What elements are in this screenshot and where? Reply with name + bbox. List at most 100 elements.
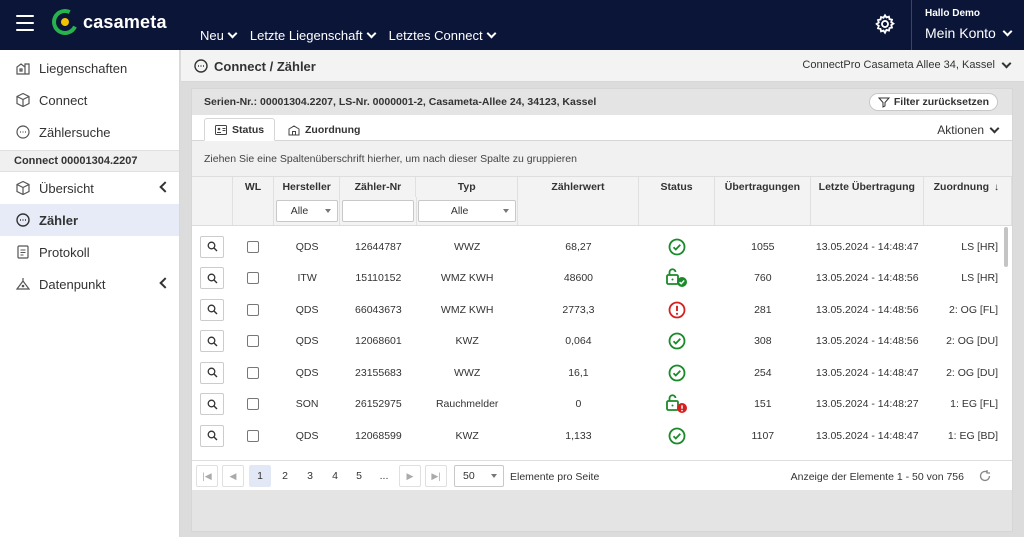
vertical-scrollbar[interactable] <box>1004 227 1008 267</box>
filter-cell <box>518 197 640 225</box>
device-info: Serien-Nr.: 00001304.2207, LS-Nr. 000000… <box>204 96 597 108</box>
sidebar-item-zaehlersuche[interactable]: Zählersuche <box>0 116 179 148</box>
cell-letzte-uebertragung: 13.05.2024 - 14:48:47 <box>815 429 919 442</box>
unlock-ok-icon <box>666 268 687 288</box>
actions-label: Aktionen <box>937 123 984 137</box>
cell-status <box>639 263 715 295</box>
table-row[interactable]: QDS 12644787 WWZ 68,27 1055 13.05.2024 - 14:4… <box>192 231 1012 263</box>
tab-bar: Status Zuordnung Aktionen <box>192 115 1012 141</box>
tab-zuordnung[interactable]: Zuordnung <box>278 118 370 141</box>
table-row[interactable]: QDS 12068599 KWZ 1,133 1107 13.05.2024 - 14:4… <box>192 420 1012 452</box>
wl-checkbox[interactable] <box>247 272 260 285</box>
cell-wl <box>233 389 274 421</box>
wl-checkbox[interactable] <box>247 429 260 442</box>
zaehler-nr-filter-input[interactable] <box>341 200 414 222</box>
meter-icon <box>14 123 32 141</box>
cell-wl <box>233 294 274 326</box>
column-header-wl[interactable]: WL <box>233 177 274 197</box>
status-ok-icon <box>668 332 686 350</box>
table-row[interactable]: ITW 15110152 WMZ KWH 48600 760 13.05.2024 - 1… <box>192 263 1012 295</box>
prev-page-button[interactable]: ◀ <box>222 465 244 487</box>
page-button-2[interactable]: 2 <box>274 465 296 487</box>
select-value: 50 <box>463 470 475 482</box>
column-header-hersteller[interactable]: Hersteller <box>274 177 341 197</box>
wl-checkbox[interactable] <box>247 366 260 379</box>
table-row[interactable]: QDS 23155683 WWZ 16,1 254 13.05.2024 - 14:48:… <box>192 357 1012 389</box>
logo[interactable]: casameta <box>48 5 167 39</box>
column-header-zaehler-nr[interactable]: Zähler-Nr <box>340 177 417 197</box>
sidebar-item-protokoll[interactable]: Protokoll <box>0 236 179 268</box>
column-header-status[interactable]: Status <box>639 177 716 197</box>
details-button[interactable] <box>200 393 225 416</box>
sidebar-item-uebersicht[interactable]: Übersicht <box>0 172 179 204</box>
hersteller-filter-select[interactable]: Alle <box>275 200 338 222</box>
details-button[interactable] <box>200 361 225 384</box>
page-button-more[interactable]: ... <box>373 465 395 487</box>
search-icon <box>207 430 218 441</box>
account-menu[interactable]: Hallo Demo Mein Konto <box>925 8 1013 41</box>
group-drop-zone[interactable]: Ziehen Sie eine Spaltenüberschrift hierh… <box>192 141 1012 177</box>
wl-checkbox[interactable] <box>247 335 260 348</box>
details-button[interactable] <box>200 424 225 447</box>
menu-icon[interactable] <box>16 15 34 31</box>
sidebar-item-liegenschaften[interactable]: Liegenschaften <box>0 52 179 84</box>
chevron-left-icon[interactable] <box>159 277 171 289</box>
page-button-1[interactable]: 1 <box>249 465 271 487</box>
page-button-3[interactable]: 3 <box>299 465 321 487</box>
chevron-down-icon <box>486 28 497 39</box>
chevron-down-icon <box>227 28 238 39</box>
nav-letztes-connect[interactable]: Letztes Connect <box>389 28 497 43</box>
top-nav: Neu Letzte Liegenschaft Letztes Connect <box>200 28 497 43</box>
pager: |◀ ◀ 1 2 3 4 5 ... ▶ ▶| 50 Elemente pro … <box>192 460 1012 490</box>
cell-wl <box>233 263 274 295</box>
table-row[interactable]: SON 26152975 Rauchmelder 0 151 13.05.2024 - 1… <box>192 389 1012 421</box>
details-button[interactable] <box>200 298 225 321</box>
account-greeting: Hallo Demo <box>925 8 981 19</box>
column-header-zaehlerwert[interactable]: Zählerwert <box>518 177 639 197</box>
cell-zaehlerwert: 48600 <box>563 272 594 285</box>
location-selector[interactable]: ConnectPro Casameta Allee 34, Kassel <box>802 58 1012 71</box>
tab-status[interactable]: Status <box>204 118 276 141</box>
filter-reset-button[interactable]: Filter zurücksetzen <box>868 93 998 111</box>
cell-status <box>639 231 715 263</box>
status-ok-icon <box>668 238 686 256</box>
page-button-4[interactable]: 4 <box>324 465 346 487</box>
actions-menu[interactable]: Aktionen <box>937 123 1000 137</box>
tab-label: Status <box>232 123 265 136</box>
cell-zaehler-nr: 12068601 <box>355 335 402 348</box>
chevron-left-icon[interactable] <box>159 181 171 193</box>
sidebar-item-zaehler[interactable]: Zähler <box>0 204 179 236</box>
cell-detail <box>192 420 233 452</box>
refresh-icon[interactable] <box>978 469 992 483</box>
next-page-button[interactable]: ▶ <box>399 465 421 487</box>
sidebar-item-datenpunkt[interactable]: Datenpunkt <box>0 268 179 300</box>
wl-checkbox[interactable] <box>247 240 260 253</box>
account-label: Mein Konto <box>925 25 996 41</box>
typ-filter-select[interactable]: Alle <box>417 200 516 222</box>
wl-checkbox[interactable] <box>247 398 260 411</box>
table-row[interactable]: QDS 66043673 WMZ KWH 2773,3 281 13.05.2024 - … <box>192 294 1012 326</box>
page-button-5[interactable]: 5 <box>348 465 370 487</box>
last-page-button[interactable]: ▶| <box>425 465 447 487</box>
table-row[interactable]: QDS 12068601 KWZ 0,064 308 13.05.2024 - 14:48… <box>192 326 1012 358</box>
column-header-typ[interactable]: Typ <box>416 177 518 197</box>
cell-zuordnung: 2: OG [DU] <box>946 335 998 348</box>
sidebar-item-label: Liegenschaften <box>39 60 128 76</box>
details-button[interactable] <box>200 235 225 258</box>
wl-checkbox[interactable] <box>247 303 260 316</box>
page-size-select[interactable]: 50 <box>454 465 504 487</box>
nav-neu[interactable]: Neu <box>200 28 238 43</box>
details-button[interactable] <box>200 330 225 353</box>
cell-wl <box>233 357 274 389</box>
building-icon <box>14 59 32 77</box>
column-header-zuordnung[interactable]: Zuordnung ↓ <box>924 177 1013 197</box>
meter-table: WL Hersteller Zähler-Nr Typ Zählerwert S… <box>192 177 1013 452</box>
first-page-button[interactable]: |◀ <box>196 465 218 487</box>
column-header-letzte-uebertragung[interactable]: Letzte Übertragung <box>811 177 924 197</box>
gear-icon[interactable] <box>874 13 896 35</box>
details-button[interactable] <box>200 267 225 290</box>
column-header-uebertragungen[interactable]: Übertragungen <box>715 177 811 197</box>
sidebar-item-connect[interactable]: Connect <box>0 84 179 116</box>
nav-letzte-liegenschaft[interactable]: Letzte Liegenschaft <box>250 28 377 43</box>
cell-letzte-uebertragung: 13.05.2024 - 14:48:56 <box>815 335 919 348</box>
